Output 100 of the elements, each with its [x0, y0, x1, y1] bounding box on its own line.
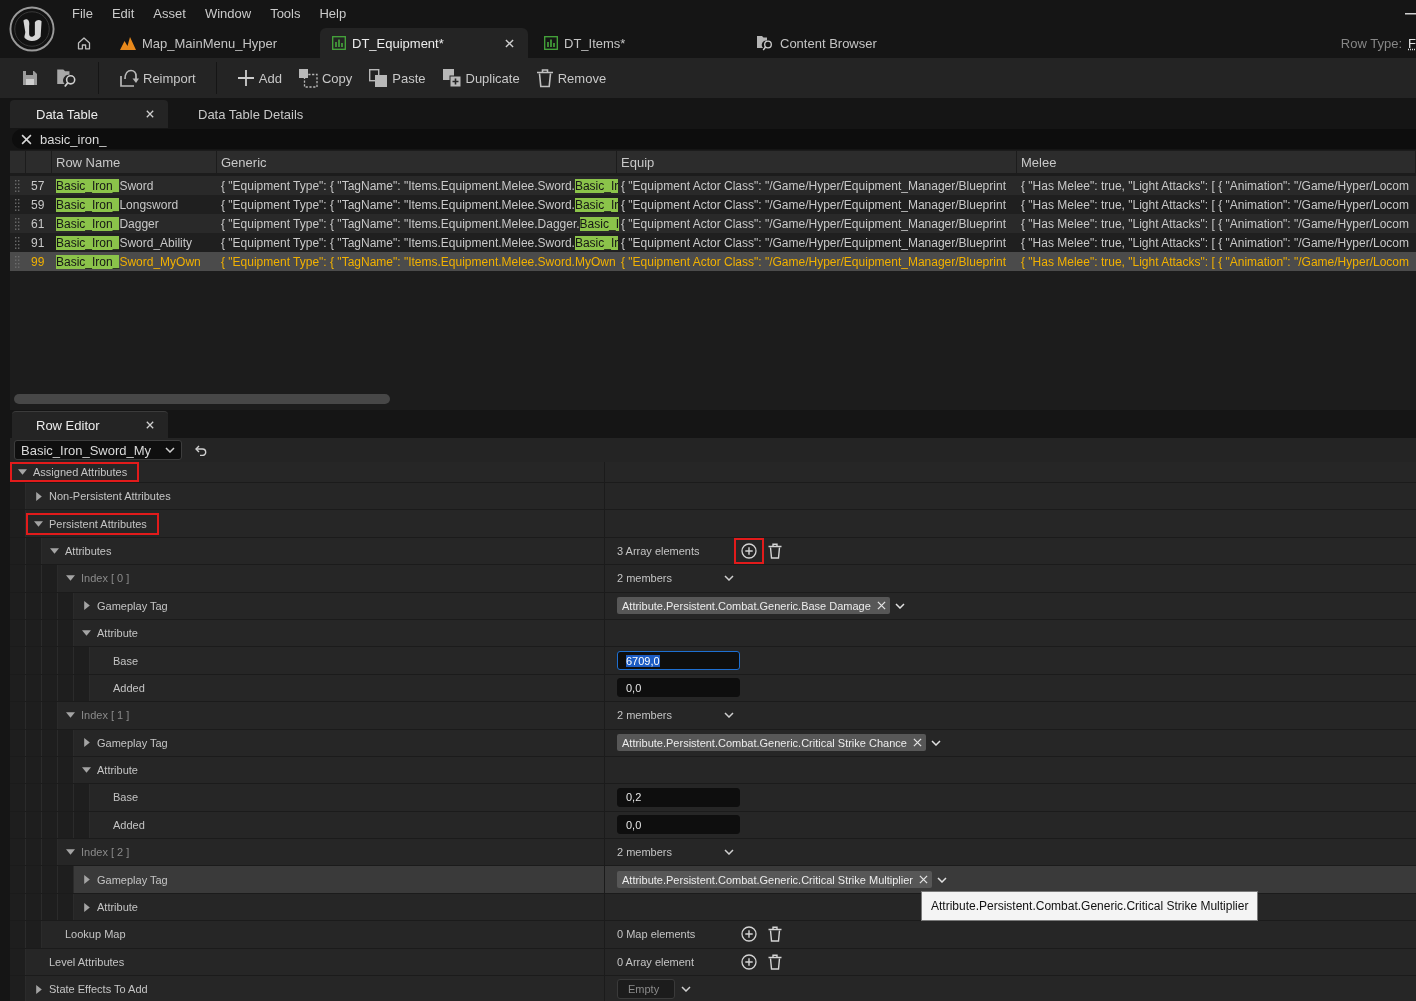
caret-down-icon[interactable]	[66, 849, 75, 856]
chevron-down-icon	[165, 447, 175, 453]
number-field[interactable]: 6709,0	[617, 651, 740, 671]
chevron-down-icon[interactable]	[681, 986, 691, 993]
close-icon[interactable]	[876, 601, 886, 611]
clear-icon[interactable]	[21, 133, 32, 145]
trash-icon[interactable]	[768, 926, 782, 943]
property-label: Non-Persistent Attributes	[49, 490, 171, 503]
duplicate-button[interactable]: Duplicate	[433, 62, 528, 94]
add-circle-icon[interactable]	[741, 953, 757, 970]
undo-arrow-icon[interactable]	[195, 444, 207, 456]
close-icon[interactable]	[146, 110, 154, 118]
caret-right-icon[interactable]	[83, 902, 90, 912]
close-icon[interactable]	[919, 875, 928, 885]
table-cell: { "Equipment Type": { "TagName": "Items.Equipment.Melee.Dagger.Basic_I	[221, 216, 619, 231]
property-label: Added	[113, 681, 145, 694]
row-type-link[interactable]: F	[1408, 35, 1416, 51]
grip-icon[interactable]	[15, 255, 20, 268]
table-cell: { "Equipment Actor Class": "/Game/Hyper/Equipment_Manager/Blueprint	[621, 216, 1006, 231]
chevron-down-icon[interactable]	[937, 876, 947, 883]
menu-item[interactable]: Tools	[262, 0, 312, 28]
chevron-down-icon[interactable]	[724, 849, 734, 856]
reimport-button[interactable]: Reimport	[111, 62, 204, 94]
panel-tab[interactable]: Data Table Details	[172, 100, 330, 128]
close-icon[interactable]	[505, 38, 514, 48]
search-field[interactable]: basic_iron_	[12, 129, 1416, 149]
grip-icon[interactable]	[15, 179, 20, 192]
close-icon[interactable]	[912, 738, 922, 748]
caret-down-icon[interactable]	[18, 469, 27, 475]
property-label: Index [ 0 ]	[81, 572, 130, 585]
panel-tab[interactable]: Data Table	[10, 100, 168, 128]
number-field[interactable]: 0,0	[617, 678, 740, 698]
chevron-down-icon[interactable]	[724, 712, 734, 719]
minimize-icon[interactable]	[1405, 13, 1416, 15]
panel-tab[interactable]: Row Editor	[12, 411, 168, 438]
add-circle-icon[interactable]	[741, 926, 757, 943]
property-label: Attribute	[97, 627, 138, 640]
menu-item[interactable]: Edit	[103, 0, 146, 28]
tag-chip[interactable]: Attribute.Persistent.Combat.Generic.Critical Strike Multiplier	[617, 871, 932, 889]
property-label: Persistent Attributes	[49, 517, 147, 530]
member-count: 2 members	[617, 846, 674, 859]
column-header[interactable]: Melee	[1017, 151, 1416, 173]
grip-icon[interactable]	[15, 217, 20, 230]
curved-arrow-icon	[119, 68, 139, 88]
paste-button[interactable]: Paste	[360, 62, 434, 94]
document-tab[interactable]: DT_Equipment*	[320, 28, 528, 58]
caret-right-icon[interactable]	[83, 875, 90, 885]
table-row[interactable]	[10, 252, 1416, 271]
chevron-down-icon[interactable]	[930, 739, 941, 746]
number-field[interactable]: 0,0	[617, 815, 740, 835]
duplicate-icon	[441, 68, 462, 88]
menu-item[interactable]: Asset	[145, 0, 197, 28]
table-cell: { "Equipment Type": { "TagName": "Items.Equipment.Melee.Sword.MyOwn	[221, 254, 616, 269]
caret-right-icon[interactable]	[83, 738, 90, 748]
column-header[interactable]: Row Name	[52, 151, 217, 173]
caret-right-icon[interactable]	[35, 491, 42, 501]
scrollbar-thumb[interactable]	[14, 394, 390, 404]
trash-icon[interactable]	[768, 542, 782, 559]
caret-down-icon[interactable]	[82, 767, 91, 774]
chevron-down-icon[interactable]	[894, 602, 905, 609]
caret-down-icon[interactable]	[82, 630, 91, 637]
element-count: 0 Map elements	[617, 928, 697, 941]
caret-down-icon[interactable]	[34, 520, 43, 527]
value-dropdown[interactable]: Empty	[617, 979, 675, 1000]
menu-item[interactable]: File	[64, 0, 104, 28]
caret-down-icon[interactable]	[66, 712, 75, 719]
document-tab[interactable]: DT_Items*	[532, 28, 740, 58]
number-field[interactable]: 0,2	[617, 788, 740, 807]
copy-button[interactable]: Copy	[289, 62, 361, 94]
add-circle-icon[interactable]	[741, 542, 757, 559]
table-cell: { "Has Melee": true, "Light Attacks": [ { "Animation": "/Game/Hyper/Locom	[1021, 235, 1409, 250]
row-selector-dropdown[interactable]: Basic_Iron_Sword_My	[14, 440, 182, 460]
property-label: Index [ 2 ]	[81, 846, 130, 859]
caret-right-icon[interactable]	[35, 984, 42, 994]
property-label: Attributes	[65, 544, 112, 557]
round-logo-icon[interactable]	[9, 6, 55, 52]
tag-chip[interactable]: Attribute.Persistent.Combat.Generic.Critical Strike Chance	[617, 734, 926, 752]
menu-item[interactable]: Help	[311, 0, 358, 28]
column-header[interactable]: Equip	[617, 151, 1017, 173]
document-tab[interactable]: Map_MainMenu_Hyper	[108, 28, 316, 58]
add-button[interactable]: Add	[228, 62, 290, 94]
table-cell: { "Equipment Actor Class": "/Game/Hyper/Equipment_Manager/Blueprint	[621, 254, 1006, 269]
tag-chip[interactable]: Attribute.Persistent.Combat.Generic.Base Damage	[617, 597, 890, 615]
close-icon[interactable]	[146, 421, 154, 429]
table-row[interactable]	[10, 176, 1416, 195]
menu-item[interactable]: Window	[196, 0, 263, 28]
caret-down-icon[interactable]	[66, 575, 75, 582]
document-tab[interactable]: Content Browser	[744, 28, 952, 58]
chevron-down-icon[interactable]	[724, 575, 734, 582]
grip-icon[interactable]	[15, 198, 20, 211]
trash-icon[interactable]	[768, 953, 782, 970]
chart-icon	[544, 36, 558, 50]
grip-icon[interactable]	[15, 236, 20, 249]
column-header[interactable]: Generic	[217, 151, 617, 173]
caret-right-icon[interactable]	[83, 601, 90, 611]
table-row[interactable]	[10, 214, 1416, 233]
caret-down-icon[interactable]	[50, 547, 59, 554]
plus-icon	[236, 69, 255, 87]
remove-button[interactable]: Remove	[527, 62, 615, 94]
home-icon[interactable]	[77, 36, 91, 50]
